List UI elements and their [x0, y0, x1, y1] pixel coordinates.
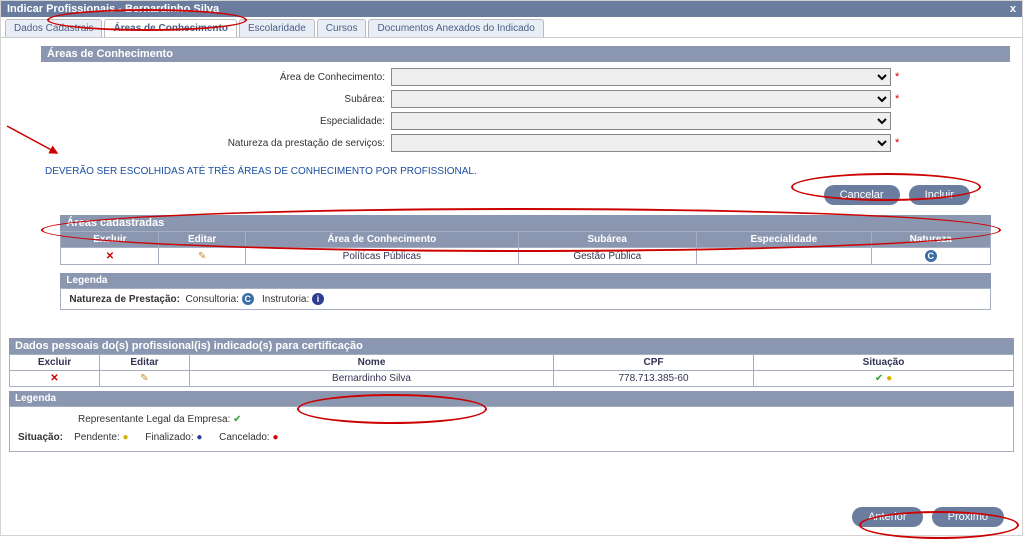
col-natureza: Natureza: [871, 232, 990, 248]
tab-dados-cadastrais[interactable]: Dados Cadastrais: [5, 19, 102, 37]
edit-icon[interactable]: ✎: [198, 251, 206, 262]
dot-icon: ●: [886, 373, 892, 384]
cell-nome[interactable]: Bernardinho Silva: [190, 371, 554, 387]
pessoais-table: Excluir Editar Nome CPF Situação ✕ ✎ Ber…: [9, 354, 1014, 387]
delete-icon[interactable]: ✕: [106, 251, 114, 262]
dot-icon: ●: [196, 432, 202, 443]
col-area: Área de Conhecimento: [245, 232, 518, 248]
col-situacao: Situação: [754, 355, 1014, 371]
pessoais-panel: Dados pessoais do(s) profissional(is) in…: [9, 338, 1014, 452]
legend-situacao: Situação:: [18, 432, 63, 443]
tab-documentos[interactable]: Documentos Anexados do Indicado: [368, 19, 543, 37]
next-button[interactable]: Próximo: [932, 507, 1004, 527]
tab-escolaridade[interactable]: Escolaridade: [239, 19, 315, 37]
include-button[interactable]: Incluir: [909, 185, 970, 205]
window-title: Indicar Profissionais - Bernardinho Silv…: [7, 3, 219, 15]
table-row: ✕ ✎ Políticas Públicas Gestão Pública C: [61, 248, 990, 265]
legend-cancelado: Cancelado:: [219, 432, 270, 443]
pessoais-header: Dados pessoais do(s) profissional(is) in…: [9, 338, 1014, 354]
areas-cadastradas-header: Áreas cadastradas: [60, 215, 990, 231]
check-icon: ✔: [875, 373, 883, 384]
col-editar: Editar: [100, 355, 190, 371]
legend-pendente: Pendente:: [74, 432, 120, 443]
label-area: Área de Conhecimento:: [51, 72, 391, 83]
required-mark: *: [895, 93, 899, 105]
col-cpf: CPF: [554, 355, 754, 371]
col-editar: Editar: [159, 232, 245, 248]
areas-header: Áreas de Conhecimento: [41, 46, 1010, 62]
areas-panel: Áreas de Conhecimento Área de Conhecimen…: [41, 46, 1010, 310]
close-icon[interactable]: x: [1010, 3, 1016, 15]
window-title-bar: Indicar Profissionais - Bernardinho Silv…: [1, 1, 1022, 17]
legend-finalizado: Finalizado:: [145, 432, 193, 443]
legend-rep: Representante Legal da Empresa:: [78, 414, 230, 425]
delete-icon[interactable]: ✕: [50, 373, 58, 384]
dot-icon: ●: [123, 432, 129, 443]
tab-strip: Dados Cadastrais Áreas de Conhecimento E…: [1, 17, 1022, 38]
legend-instrutoria: Instrutoria:: [262, 294, 309, 305]
col-excluir: Excluir: [10, 355, 100, 371]
col-nome: Nome: [190, 355, 554, 371]
cell-nat: C: [871, 248, 990, 265]
legend-header: Legenda: [9, 391, 1014, 406]
edit-icon[interactable]: ✎: [140, 373, 148, 384]
tab-areas-conhecimento[interactable]: Áreas de Conhecimento: [104, 19, 236, 37]
legend-areas: Legenda Natureza de Prestação: Consultor…: [60, 273, 990, 310]
col-especialidade: Especialidade: [696, 232, 871, 248]
legend-pessoais: Legenda Representante Legal da Empresa: …: [9, 391, 1014, 452]
tab-cursos[interactable]: Cursos: [317, 19, 367, 37]
select-area[interactable]: [391, 68, 891, 86]
legend-header: Legenda: [60, 273, 990, 288]
cell-cpf: 778.713.385-60: [554, 371, 754, 387]
areas-table: Excluir Editar Área de Conhecimento Subá…: [60, 231, 990, 265]
col-subarea: Subárea: [518, 232, 696, 248]
table-row: ✕ ✎ Bernardinho Silva 778.713.385-60 ✔ ●: [10, 371, 1014, 387]
c-badge-icon: C: [925, 250, 937, 262]
cell-esp: [696, 248, 871, 265]
select-subarea[interactable]: [391, 90, 891, 108]
label-natureza: Natureza da prestação de serviços:: [51, 138, 391, 149]
cell-subarea: Gestão Pública: [518, 248, 696, 265]
required-mark: *: [895, 137, 899, 149]
cell-situacao: ✔ ●: [754, 371, 1014, 387]
dot-icon: ●: [272, 432, 278, 443]
prev-button[interactable]: Anterior: [852, 507, 923, 527]
areas-form: Área de Conhecimento: * Subárea: * Espec…: [41, 62, 1010, 160]
check-icon: ✔: [233, 414, 241, 425]
c-badge-icon: C: [242, 293, 254, 305]
label-subarea: Subárea:: [51, 94, 391, 105]
legend-consultoria: Consultoria:: [186, 294, 239, 305]
i-badge-icon: i: [312, 293, 324, 305]
required-mark: *: [895, 71, 899, 83]
col-excluir: Excluir: [61, 232, 159, 248]
select-natureza[interactable]: [391, 134, 891, 152]
label-especialidade: Especialidade:: [51, 116, 391, 127]
select-especialidade[interactable]: [391, 112, 891, 130]
cancel-button[interactable]: Cancelar: [824, 185, 900, 205]
legend-label: Natureza de Prestação:: [69, 294, 180, 305]
cell-area: Políticas Públicas: [245, 248, 518, 265]
hint-text: DEVERÃO SER ESCOLHIDAS ATÉ TRÊS ÁREAS DE…: [41, 166, 1010, 177]
nav-buttons: Anterior Próximo: [846, 507, 1004, 527]
